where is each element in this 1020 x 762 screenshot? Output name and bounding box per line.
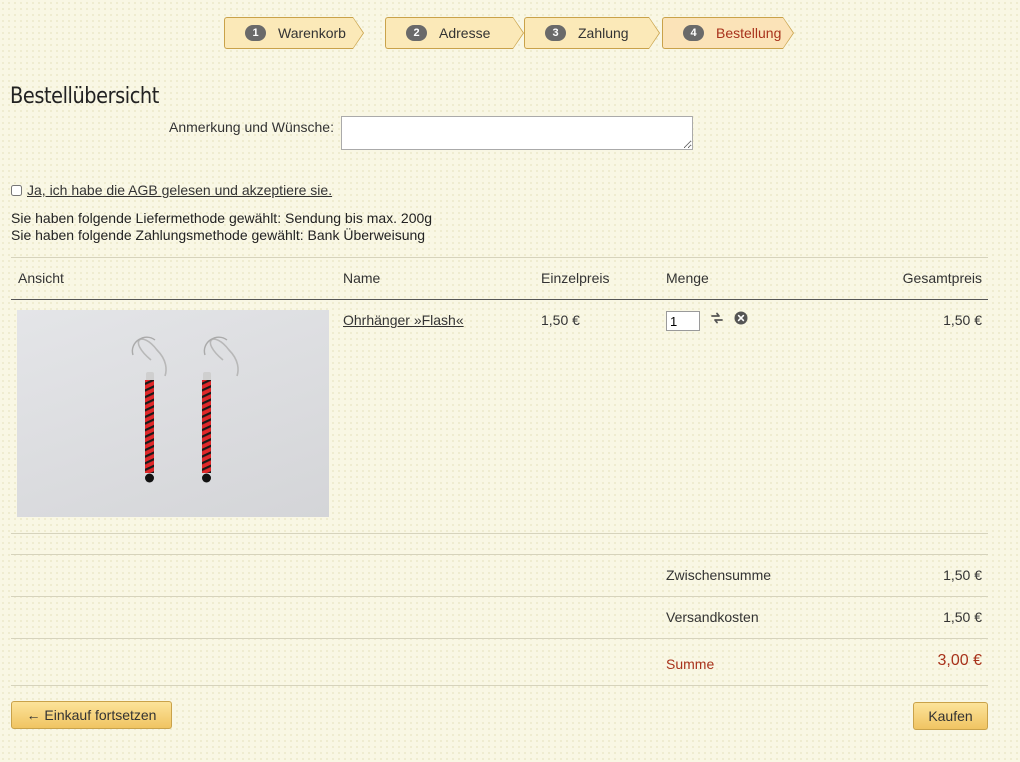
continue-shopping-button[interactable]: ← Einkauf fortsetzen [11,701,172,729]
total-price-cell: 1,50 € [943,312,982,328]
step-cart[interactable]: 1 Warenkorb [224,17,353,49]
header-view: Ansicht [18,270,64,286]
subtotal-value: 1,50 € [943,567,982,583]
step-label: Adresse [439,25,491,41]
payment-method-text: Sie haben folgende Zahlungsmethode gewäh… [11,227,426,243]
remark-label: Anmerkung und Wünsche: [169,119,334,135]
subtotal-label: Zwischensumme [666,567,772,583]
step-label: Zahlung [578,25,629,41]
refresh-icon[interactable] [710,311,724,325]
checkout-steps: 1 Warenkorb 2 Adresse 3 Zahlung 4 Bestel… [0,17,1020,49]
header-unit-price: Einzelpreis [541,270,610,286]
quantity-input[interactable] [666,311,700,331]
delivery-method-text: Sie haben folgende Liefermethode gewählt… [11,210,433,226]
remove-icon[interactable] [734,311,748,325]
agb-row: Ja, ich habe die AGB gelesen und akzepti… [11,182,332,198]
buy-button[interactable]: Kaufen [913,702,988,730]
divider [11,638,988,639]
step-label: Warenkorb [278,25,346,41]
header-divider [11,299,988,300]
step-address[interactable]: 2 Adresse [385,17,513,49]
agb-checkbox[interactable] [11,184,22,196]
step-number: 4 [683,25,704,41]
sum-label: Summe [666,656,715,672]
header-quantity: Menge [666,270,709,286]
step-payment[interactable]: 3 Zahlung [524,17,649,49]
page-title: Bestellübersicht [10,84,159,109]
step-number: 2 [406,25,427,41]
divider [11,257,988,258]
step-number: 3 [545,25,566,41]
divider [11,685,988,686]
product-photo-earrings-icon [131,336,239,483]
shipping-value: 1,50 € [943,609,982,625]
header-total: Gesamtpreis [902,270,982,286]
product-image[interactable] [17,310,329,517]
divider [11,596,988,597]
shipping-label: Versandkosten [666,609,759,625]
header-name: Name [343,270,381,286]
step-number: 1 [245,25,266,41]
unit-price-cell: 1,50 € [541,312,580,328]
table-row: Ohrhänger »Flash« [343,312,464,328]
divider [11,554,988,555]
remark-textarea[interactable] [341,116,693,150]
sum-value: 3,00 € [937,652,982,669]
product-name-link[interactable]: Ohrhänger »Flash« [343,312,464,328]
agb-link[interactable]: Ja, ich habe die AGB gelesen und akzepti… [27,182,332,198]
step-order[interactable]: 4 Bestellung [662,17,783,49]
step-label: Bestellung [716,25,782,41]
divider [11,533,988,534]
